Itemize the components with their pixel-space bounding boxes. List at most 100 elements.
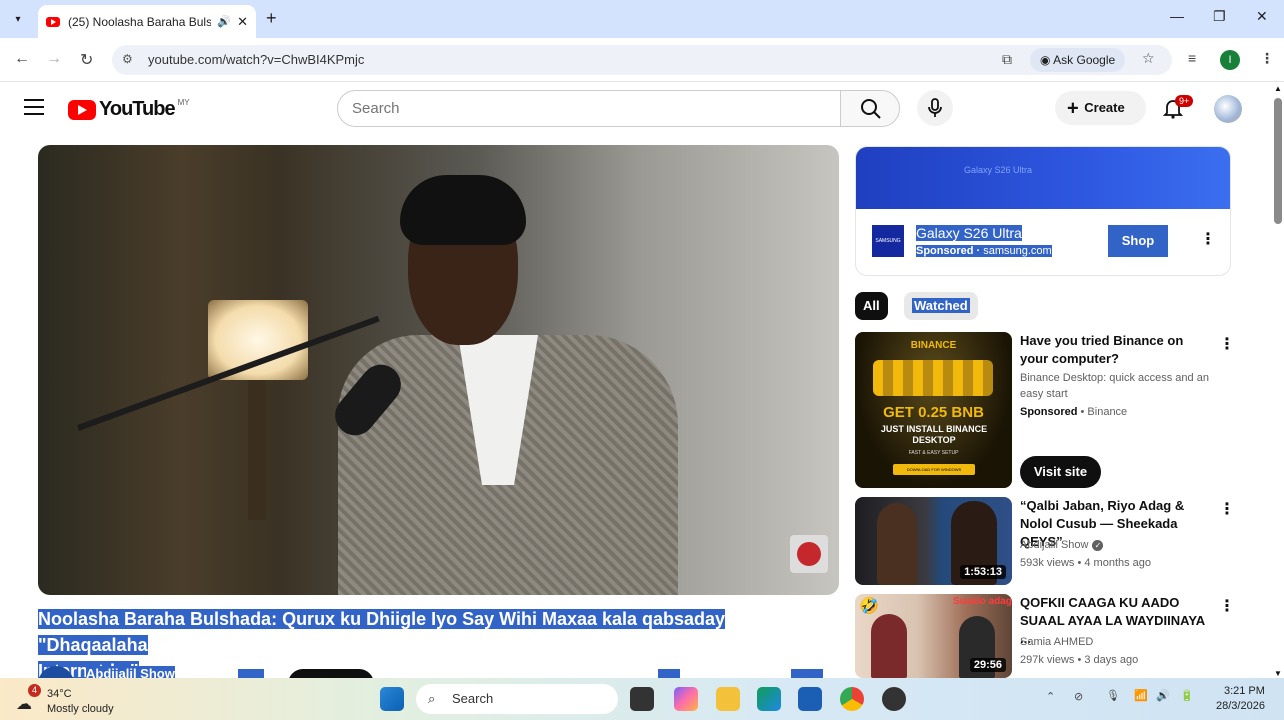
file-explorer-icon[interactable] bbox=[716, 687, 740, 711]
chip-watched[interactable]: Watched bbox=[904, 292, 978, 320]
country-code: MY bbox=[177, 98, 190, 107]
browser-tab-youtube[interactable]: (25) Noolasha Baraha Bulsha 🔊 ✕ bbox=[38, 5, 256, 38]
close-tab-icon[interactable]: ✕ bbox=[237, 14, 248, 30]
copilot-icon[interactable] bbox=[674, 687, 698, 711]
app-icon[interactable] bbox=[882, 687, 906, 711]
scrollbar-thumb[interactable] bbox=[1274, 98, 1282, 224]
taskbar-search[interactable]: ⌕ Search bbox=[416, 684, 618, 714]
clock-date: 28/3/2026 bbox=[1216, 700, 1265, 712]
battery-icon[interactable]: 🔋 bbox=[1180, 689, 1194, 702]
reading-list-icon[interactable]: ≡ bbox=[1188, 50, 1196, 66]
microsoft-store-icon[interactable] bbox=[798, 687, 822, 711]
subscribe-button[interactable] bbox=[288, 669, 374, 678]
video-player[interactable] bbox=[38, 145, 839, 595]
list-item[interactable]: 1:53:13 “Qalbi Jaban, Riyo Adag & Nolol … bbox=[855, 497, 1235, 585]
reload-icon[interactable]: ↻ bbox=[80, 50, 93, 70]
list-item[interactable]: 🤣 Suaalo adag 29:56 QOFKII CAAGA KU AADO… bbox=[855, 594, 1235, 678]
system-clock[interactable]: 3:21 PM 28/3/2026 bbox=[1216, 684, 1265, 714]
search-box[interactable] bbox=[337, 90, 841, 127]
youtube-favicon-icon bbox=[46, 16, 60, 27]
cloud-icon: ☁ bbox=[16, 696, 32, 713]
lens-icon: ◉ bbox=[1040, 53, 1054, 67]
more-actions-button[interactable] bbox=[791, 669, 823, 678]
weather-badge: 4 bbox=[28, 684, 41, 697]
shop-now-button[interactable]: Shop now bbox=[1108, 225, 1168, 275]
windows-start-icon[interactable] bbox=[380, 687, 404, 711]
voice-search-button[interactable] bbox=[917, 90, 953, 126]
wifi-icon[interactable]: 📶 bbox=[1134, 689, 1148, 702]
show-hidden-icons-icon[interactable]: ⌃ bbox=[1046, 690, 1055, 703]
chip-all[interactable]: All bbox=[855, 292, 888, 320]
create-label: Create bbox=[1084, 100, 1125, 115]
ad-title[interactable]: Galaxy S26 Ultra bbox=[916, 225, 1022, 241]
create-button[interactable]: + Create bbox=[1055, 91, 1146, 125]
account-avatar[interactable] bbox=[1214, 95, 1242, 123]
clock-time: 3:21 PM bbox=[1223, 685, 1265, 697]
rec-menu-icon[interactable]: ⋮ bbox=[1219, 596, 1235, 616]
rec-title[interactable]: Have you tried Binance on your computer? bbox=[1020, 332, 1210, 368]
task-view-icon[interactable] bbox=[630, 687, 654, 711]
thumb-sub: JUST INSTALL BINANCE DESKTOP bbox=[880, 424, 988, 445]
video-thumbnail[interactable]: 🤣 Suaalo adag 29:56 bbox=[855, 594, 1012, 678]
microphone-tray-icon[interactable]: 🎙 bbox=[1106, 689, 1120, 702]
tab-title: (25) Noolasha Baraha Bulsha bbox=[68, 14, 212, 29]
search-button[interactable] bbox=[840, 90, 900, 127]
network-status-icon[interactable]: ⊘ bbox=[1074, 690, 1083, 703]
video-lamp-base bbox=[248, 380, 266, 520]
scroll-down-icon[interactable]: ▼ bbox=[1274, 669, 1282, 678]
new-tab-button[interactable]: + bbox=[266, 8, 277, 29]
maximize-button[interactable]: ❐ bbox=[1213, 8, 1226, 25]
rec-channel[interactable]: Samia AHMED bbox=[1020, 634, 1093, 650]
ad-sponsored-label: Sponsored bbox=[916, 245, 974, 257]
sponsored-ad-card[interactable]: Galaxy S26 Ultra SAMSUNG Galaxy S26 Ultr… bbox=[855, 146, 1231, 276]
notification-count-badge: 9+ bbox=[1175, 95, 1194, 107]
thumb-brand: BINANCE bbox=[910, 340, 957, 351]
taskbar-search-icon: ⌕ bbox=[428, 691, 436, 706]
minimize-button[interactable]: — bbox=[1170, 8, 1184, 24]
profile-avatar[interactable]: I bbox=[1220, 50, 1240, 70]
bookmark-star-icon[interactable]: ☆ bbox=[1142, 50, 1155, 67]
ad-banner-image[interactable]: Galaxy S26 Ultra bbox=[856, 147, 1230, 209]
rec-sponsor-line: Sponsored • Binance bbox=[1020, 406, 1128, 418]
ask-google-button[interactable]: ◉ Ask Google bbox=[1030, 48, 1126, 72]
verified-check-icon: ✓ bbox=[1092, 539, 1104, 551]
channel-avatar[interactable] bbox=[38, 666, 74, 678]
cast-icon[interactable]: ⧉ bbox=[1002, 51, 1012, 68]
binance-thumbnail[interactable]: BINANCE GET 0.25 BNB JUST INSTALL BINANC… bbox=[855, 332, 1012, 488]
channel-name[interactable]: Abdijalil Show bbox=[86, 666, 175, 678]
forward-icon[interactable]: → bbox=[46, 50, 62, 68]
tab-list-dropdown[interactable]: ▾ bbox=[8, 10, 28, 30]
url-text[interactable]: youtube.com/watch?v=ChwBI4KPmjc bbox=[148, 52, 364, 67]
visit-site-button[interactable]: Visit site bbox=[1020, 456, 1101, 488]
address-bar[interactable]: ⚙ youtube.com/watch?v=ChwBI4KPmjc bbox=[112, 45, 1172, 75]
ad-menu-icon[interactable]: ⋮ bbox=[1200, 229, 1216, 249]
volume-icon[interactable]: 🔊 bbox=[1156, 689, 1170, 702]
rec-menu-icon[interactable]: ⋮ bbox=[1219, 334, 1235, 354]
list-item[interactable]: BINANCE GET 0.25 BNB JUST INSTALL BINANC… bbox=[855, 332, 1235, 490]
scroll-up-icon[interactable]: ▲ bbox=[1274, 84, 1282, 93]
search-input[interactable] bbox=[352, 100, 812, 117]
like-button[interactable] bbox=[658, 669, 680, 678]
close-window-button[interactable]: ✕ bbox=[1256, 8, 1268, 25]
verified-badge bbox=[238, 669, 264, 678]
youtube-logo[interactable]: YouTube MY bbox=[68, 98, 190, 121]
rec-channel[interactable]: Abdijalil Show ✓ bbox=[1020, 537, 1104, 553]
rec-advertiser: Binance bbox=[1087, 406, 1128, 418]
ad-domain: samsung.com bbox=[983, 245, 1052, 257]
video-thumbnail[interactable]: 1:53:13 bbox=[855, 497, 1012, 585]
hamburger-menu-icon[interactable] bbox=[24, 99, 44, 115]
thumb-headline: GET 0.25 BNB bbox=[883, 404, 984, 421]
channel-watermark-icon[interactable] bbox=[790, 535, 828, 573]
weather-condition: Mostly cloudy bbox=[47, 703, 114, 715]
page-scrollbar[interactable]: ▲ ▼ bbox=[1272, 84, 1284, 678]
site-info-icon[interactable]: ⚙ bbox=[122, 52, 133, 66]
thumb-figure-left bbox=[877, 503, 917, 585]
chrome-icon[interactable] bbox=[840, 687, 864, 711]
browser-menu-icon[interactable]: ⋮ bbox=[1260, 50, 1274, 67]
edge-icon[interactable] bbox=[757, 687, 781, 711]
back-icon[interactable]: ← bbox=[14, 50, 30, 68]
speaker-icon[interactable]: 🔊 bbox=[217, 15, 231, 28]
duration-badge: 1:53:13 bbox=[960, 565, 1006, 579]
rec-menu-icon[interactable]: ⋮ bbox=[1219, 499, 1235, 519]
ad-banner-text: Galaxy S26 Ultra bbox=[964, 165, 1033, 175]
